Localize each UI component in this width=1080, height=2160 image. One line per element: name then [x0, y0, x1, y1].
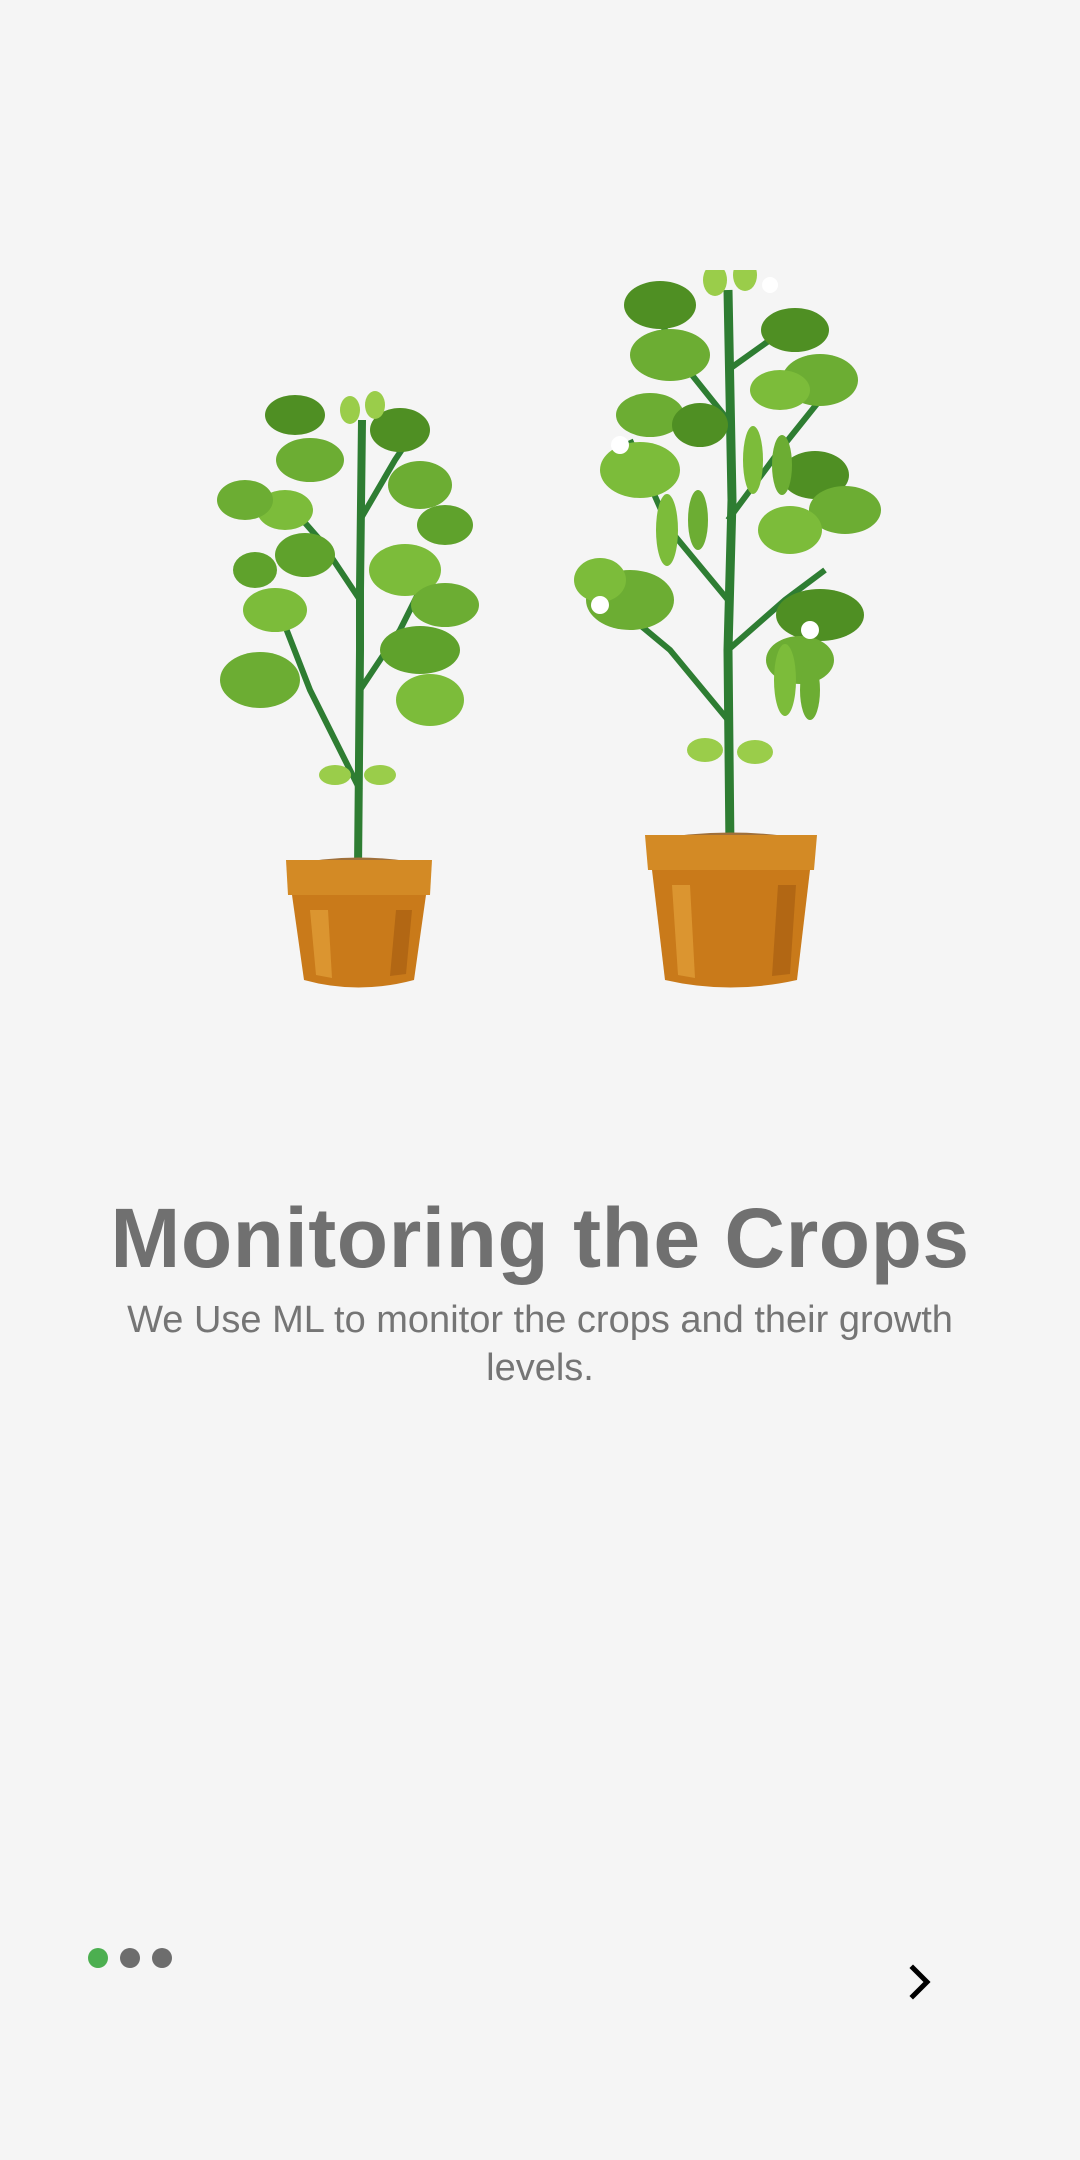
- page-subtitle: We Use ML to monitor the crops and their…: [127, 1299, 953, 1389]
- next-button[interactable]: [880, 1942, 960, 2022]
- page-indicator-1[interactable]: [88, 1948, 108, 1968]
- potted-plants-illustration: [200, 270, 900, 1010]
- chevron-right-icon: [909, 1964, 931, 2000]
- pagination-dots: [88, 1948, 172, 1968]
- page-indicator-2[interactable]: [120, 1948, 140, 1968]
- page-title: Monitoring the Crops: [110, 1191, 970, 1285]
- plants-svg: [217, 270, 881, 988]
- page-indicator-3[interactable]: [152, 1948, 172, 1968]
